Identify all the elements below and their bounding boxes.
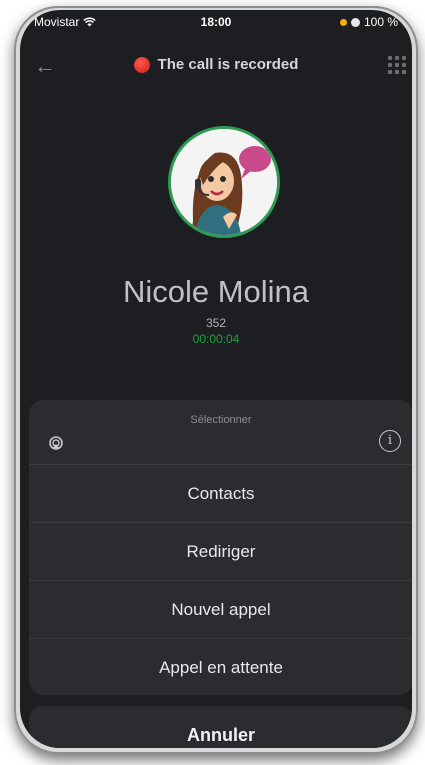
phone-frame: Movistar 18:00 100 % ← The call is recor… (14, 6, 418, 754)
alarm-icon (350, 17, 360, 27)
cancel-button[interactable]: Annuler (29, 706, 412, 748)
contact-avatar (168, 126, 280, 238)
info-icon[interactable]: i (379, 430, 401, 452)
option-nouvel-appel[interactable]: Nouvel appel (29, 581, 412, 639)
action-sheet: Sélectionner i Contacts Rediriger Nouvel… (29, 400, 412, 695)
avatar-illustration-icon (171, 129, 277, 235)
recording-indicator: The call is recorded (20, 56, 412, 73)
action-sheet-header: Sélectionner i (29, 400, 412, 465)
call-screen: Movistar 18:00 100 % ← The call is recor… (20, 10, 412, 748)
option-contacts[interactable]: Contacts (29, 465, 412, 523)
action-sheet-title: Sélectionner (190, 414, 252, 426)
status-bar: Movistar 18:00 100 % (20, 10, 412, 34)
battery-group: 100 % (339, 15, 398, 29)
recording-dot-icon (133, 56, 150, 73)
call-timer: 00:00:04 (192, 332, 240, 346)
contact-extension: 352 (205, 316, 227, 330)
option-appel-en-attente[interactable]: Appel en attente (29, 639, 412, 695)
keypad-icon[interactable] (388, 56, 406, 74)
recording-text: The call is recorded (157, 56, 299, 73)
battery-percent: 100 % (363, 15, 398, 29)
contact-name: Nicole Molina (122, 274, 310, 309)
call-header: ← The call is recorded (20, 50, 412, 84)
activity-dot-icon (339, 18, 347, 26)
option-rediriger[interactable]: Rediriger (29, 523, 412, 581)
airplay-icon[interactable] (49, 436, 63, 450)
